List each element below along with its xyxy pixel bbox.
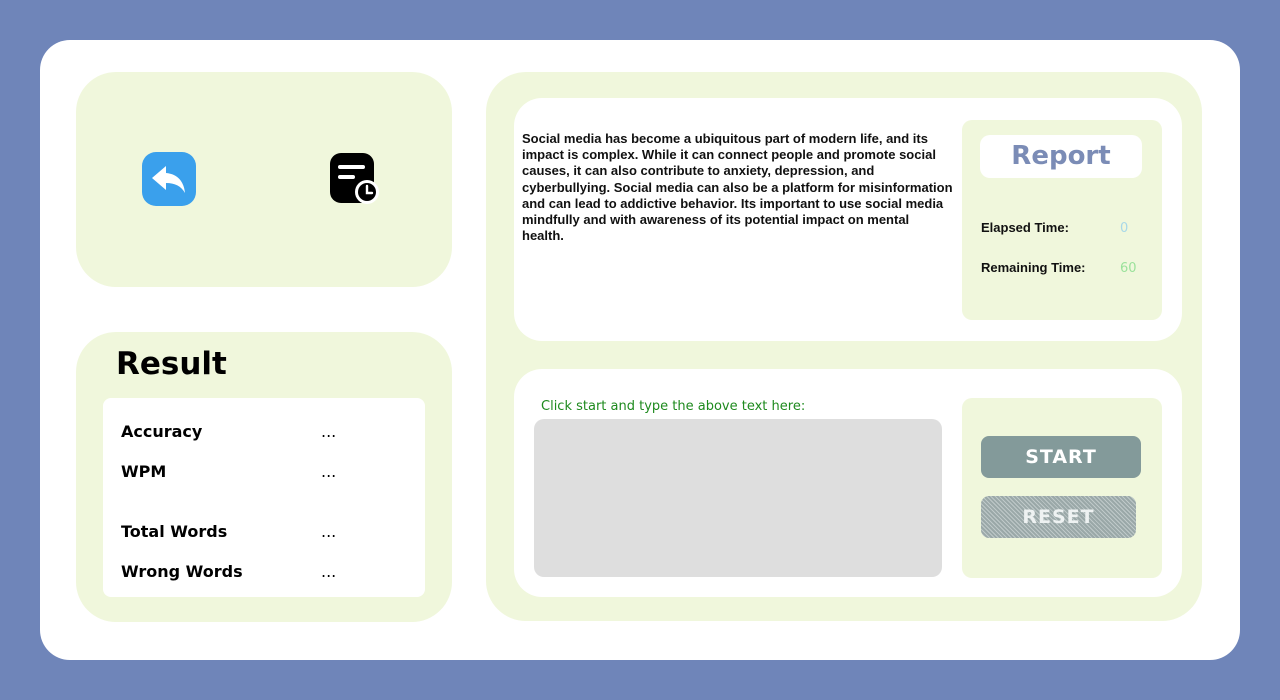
main-panel: Social media has become a ubiquitous par…: [486, 72, 1202, 621]
reset-button[interactable]: RESET: [981, 496, 1136, 538]
remaining-time-value: 60: [1120, 261, 1137, 276]
result-card: Accuracy ... WPM ... Total Words ... Wro…: [103, 398, 425, 597]
start-button[interactable]: START: [981, 436, 1141, 478]
report-box: Report Elapsed Time: 0 Remaining Time: 6…: [962, 120, 1162, 320]
nav-panel: [76, 72, 452, 287]
wpm-value: ...: [321, 462, 337, 481]
total-words-value: ...: [321, 522, 337, 541]
result-title: Result: [116, 346, 227, 382]
reply-arrow-icon[interactable]: [142, 152, 196, 206]
typing-prompt: Click start and type the above text here…: [541, 399, 806, 414]
passage-text: Social media has become a ubiquitous par…: [522, 131, 953, 244]
wrong-words-label: Wrong Words: [121, 562, 243, 581]
typing-input[interactable]: [534, 419, 942, 577]
controls-box: START RESET: [962, 398, 1162, 578]
wpm-label: WPM: [121, 462, 167, 481]
input-card: Click start and type the above text here…: [514, 369, 1182, 597]
remaining-time-label: Remaining Time:: [981, 260, 1086, 275]
wrong-words-value: ...: [321, 562, 337, 581]
accuracy-value: ...: [321, 422, 337, 441]
elapsed-time-value: 0: [1120, 221, 1129, 236]
elapsed-time-label: Elapsed Time:: [981, 220, 1069, 235]
document-clock-icon[interactable]: [328, 152, 382, 206]
total-words-label: Total Words: [121, 522, 228, 541]
accuracy-label: Accuracy: [121, 422, 203, 441]
app-window: Result Accuracy ... WPM ... Total Words …: [40, 40, 1240, 660]
report-title: Report: [980, 135, 1142, 178]
result-panel: Result Accuracy ... WPM ... Total Words …: [76, 332, 452, 622]
passage-card: Social media has become a ubiquitous par…: [514, 98, 1182, 341]
